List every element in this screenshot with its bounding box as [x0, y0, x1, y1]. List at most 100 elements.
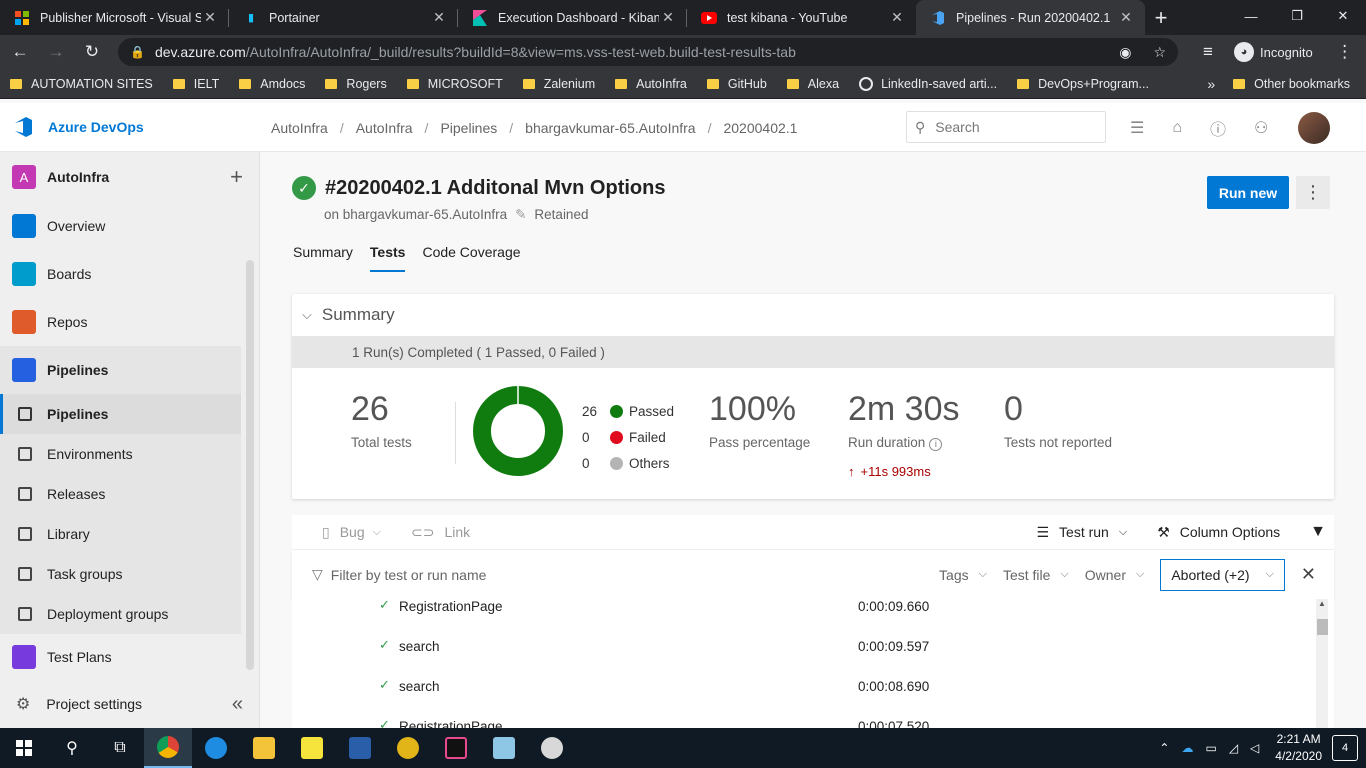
breadcrumb-item[interactable]: bhargavkumar-65.AutoInfra	[525, 120, 695, 136]
chevron-up-icon[interactable]: ⌃	[1159, 741, 1169, 755]
clock[interactable]: 2:21 AM 4/2/2020	[1275, 731, 1322, 765]
sidebar-item-boards[interactable]: Boards	[0, 250, 241, 298]
summary-header[interactable]: ⌵ Summary	[292, 294, 1334, 336]
notifications-icon[interactable]: 4	[1332, 735, 1358, 761]
bookmarks-overflow-icon[interactable]: »	[1207, 76, 1215, 92]
url-input[interactable]: 🔒 dev.azure.com /AutoInfra/AutoInfra/_bu…	[118, 38, 1178, 66]
tab-close-icon[interactable]: ✕	[659, 9, 677, 26]
browser-tab[interactable]: Publisher Microsoft - Visual Stu ✕	[0, 0, 229, 35]
powershell-icon[interactable]	[336, 728, 384, 768]
scroll-thumb[interactable]	[1317, 619, 1328, 635]
sidebar-sub-library[interactable]: Library	[0, 514, 241, 554]
sidebar-item-test-plans[interactable]: Test Plans	[0, 634, 241, 680]
tab-close-icon[interactable]: ✕	[201, 9, 219, 26]
reload-icon[interactable]: ↻	[76, 36, 108, 68]
bookmark-item[interactable]: Rogers	[325, 77, 387, 91]
more-actions-icon[interactable]: ⋮	[1296, 176, 1330, 209]
breadcrumb-item[interactable]: AutoInfra	[356, 120, 413, 136]
breadcrumb-item[interactable]: AutoInfra	[271, 120, 328, 136]
file-explorer-icon[interactable]	[240, 728, 288, 768]
tab-summary[interactable]: Summary	[293, 244, 353, 272]
tab-tests[interactable]: Tests	[369, 244, 406, 272]
sidebar-sub-environments[interactable]: Environments	[0, 434, 241, 474]
settings-list-icon[interactable]: ☰	[1130, 118, 1144, 138]
close-window-icon[interactable]: ✕	[1320, 0, 1366, 32]
bookmark-item[interactable]: LinkedIn-saved arti...	[859, 76, 997, 91]
volume-icon[interactable]: ◁	[1250, 741, 1259, 755]
help-icon[interactable]: ⓘ	[1210, 116, 1226, 140]
notepad-icon[interactable]	[480, 728, 528, 768]
other-bookmarks[interactable]: Other bookmarks	[1233, 77, 1350, 91]
incognito-indicator[interactable]: ◕ Incognito	[1234, 42, 1313, 62]
azure-devops-logo-icon[interactable]	[12, 115, 36, 139]
new-tab-button[interactable]: +	[1145, 0, 1177, 35]
browser-menu-icon[interactable]: ⋮	[1329, 36, 1361, 68]
results-scrollbar[interactable]: ▲	[1316, 599, 1328, 728]
bookmark-item[interactable]: IELT	[172, 77, 219, 91]
bookmark-item[interactable]: DevOps+Program...	[1017, 77, 1149, 91]
bookmark-item[interactable]: MICROSOFT	[406, 77, 503, 91]
test-run-group-button[interactable]: ☰ Test run ⌵	[1036, 524, 1127, 541]
sidebar-scrollbar[interactable]	[246, 260, 254, 670]
search-input[interactable]: ⚲ Search	[906, 111, 1106, 143]
product-name[interactable]: Azure DevOps	[48, 119, 144, 135]
scroll-up-icon[interactable]: ▲	[1316, 599, 1328, 608]
media-queue-icon[interactable]: ≡	[1192, 36, 1224, 68]
bookmark-item[interactable]: AUTOMATION SITES	[10, 77, 153, 91]
table-row[interactable]: ✓ search 0:00:09.597	[292, 631, 1334, 671]
collapse-sidebar-icon[interactable]: «	[232, 693, 243, 716]
table-row[interactable]: ✓ RegistrationPage 0:00:09.660	[292, 599, 1334, 631]
link-button[interactable]: ⊂⊃ Link	[411, 524, 470, 541]
table-row[interactable]: ✓ search 0:00:08.690	[292, 671, 1334, 711]
filter-funnel-icon[interactable]: ▼	[1310, 523, 1326, 541]
bookmark-item[interactable]: Zalenium	[522, 77, 595, 91]
bookmark-item[interactable]: Amdocs	[239, 77, 305, 91]
column-options-button[interactable]: ⚒ Column Options	[1157, 524, 1280, 541]
project-header[interactable]: A AutoInfra +	[0, 152, 259, 202]
avatar[interactable]	[1298, 111, 1331, 144]
project-settings[interactable]: ⚙ Project settings «	[0, 680, 259, 728]
user-settings-icon[interactable]: ⚇	[1254, 118, 1268, 138]
chrome-icon[interactable]	[144, 728, 192, 768]
tab-close-icon[interactable]: ✕	[1117, 9, 1135, 26]
paint-icon[interactable]	[528, 728, 576, 768]
sidebar-sub-releases[interactable]: Releases	[0, 474, 241, 514]
browser-tab[interactable]: ▮ Portainer ✕	[229, 0, 458, 35]
tab-close-icon[interactable]: ✕	[888, 9, 906, 26]
sidebar-sub-deployment-groups[interactable]: Deployment groups	[0, 594, 241, 634]
cookie-blocked-icon[interactable]: ◉	[1119, 44, 1131, 61]
plus-icon[interactable]: +	[230, 164, 243, 190]
intellij-icon[interactable]	[432, 728, 480, 768]
sidebar-sub-pipelines[interactable]: Pipelines	[0, 394, 241, 434]
breadcrumb-item[interactable]: 20200402.1	[723, 120, 797, 136]
bookmark-item[interactable]: GitHub	[706, 77, 767, 91]
onedrive-icon[interactable]: ☁	[1181, 741, 1193, 755]
ultraedit-icon[interactable]	[384, 728, 432, 768]
task-view-icon[interactable]: ⧉	[96, 728, 144, 768]
back-icon[interactable]: ←	[4, 36, 36, 68]
minimize-icon[interactable]: —	[1228, 0, 1274, 32]
info-icon[interactable]: i	[929, 438, 943, 451]
star-icon[interactable]: ☆	[1153, 44, 1166, 61]
table-row[interactable]: ✓ RegistrationPage 0:00:07.520	[292, 711, 1334, 728]
wifi-icon[interactable]: ◿	[1229, 741, 1238, 755]
run-source[interactable]: on bhargavkumar-65.AutoInfra	[324, 207, 507, 223]
browser-tab[interactable]: Execution Dashboard - Kibana ✕	[458, 0, 687, 35]
sidebar-sub-task-groups[interactable]: Task groups	[0, 554, 241, 594]
bug-button[interactable]: ▯ Bug ⌵	[322, 524, 381, 541]
breadcrumb-item[interactable]: Pipelines	[440, 120, 497, 136]
filter-input[interactable]: ▽ Filter by test or run name	[312, 566, 486, 583]
clear-filters-icon[interactable]: ✕	[1301, 564, 1316, 585]
marketplace-bag-icon[interactable]: ⌂	[1172, 119, 1182, 137]
sticky-notes-icon[interactable]	[288, 728, 336, 768]
test-file-dropdown[interactable]: Test file ⌵	[1003, 567, 1069, 583]
run-new-button[interactable]: Run new	[1207, 176, 1289, 209]
edge-icon[interactable]	[192, 728, 240, 768]
owner-dropdown[interactable]: Owner ⌵	[1085, 567, 1145, 583]
browser-tab-active[interactable]: Pipelines - Run 20200402.1 ✕	[916, 0, 1145, 35]
sidebar-item-overview[interactable]: Overview	[0, 202, 241, 250]
search-icon[interactable]: ⚲	[48, 728, 96, 768]
sidebar-item-repos[interactable]: Repos	[0, 298, 241, 346]
tags-dropdown[interactable]: Tags ⌵	[939, 567, 987, 583]
bookmark-item[interactable]: Alexa	[786, 77, 839, 91]
